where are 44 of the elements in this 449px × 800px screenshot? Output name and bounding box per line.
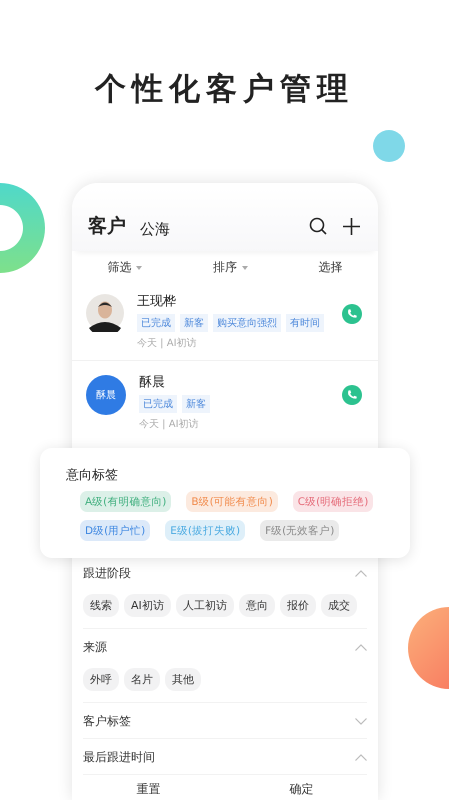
caret-icon	[242, 266, 248, 270]
option-chip[interactable]: 名片	[124, 668, 160, 691]
add-icon[interactable]	[343, 218, 360, 234]
avatar: 酥晨	[86, 375, 126, 415]
customer-name: 酥晨	[139, 374, 166, 391]
section-title: 跟进阶段	[83, 565, 131, 582]
circle-decoration	[373, 130, 405, 162]
customer-meta: 今天 | AI初访	[139, 418, 200, 431]
headline: 个性化客户管理	[94, 70, 355, 109]
section-title: 来源	[83, 639, 107, 656]
toolbar-button[interactable]: 筛选	[101, 259, 148, 276]
chevron-down-icon[interactable]	[355, 718, 367, 725]
section-title: 最后跟进时间	[83, 749, 155, 766]
phone-icon[interactable]	[342, 385, 362, 405]
action-button[interactable]: 确定	[260, 777, 344, 800]
caret-icon	[136, 266, 142, 270]
tab[interactable]: 公海	[140, 220, 170, 238]
tag: 已完成	[139, 395, 177, 413]
option-chip[interactable]: 报价	[280, 594, 316, 617]
card-title: 意向标签	[66, 467, 118, 484]
action-button[interactable]: 重置	[106, 777, 190, 800]
chevron-up-icon[interactable]	[355, 644, 367, 651]
option-chip[interactable]: 意向	[238, 594, 275, 617]
customer-meta: 今天 | AI初访	[137, 336, 198, 350]
option-chip[interactable]: 其他	[165, 668, 201, 691]
customer-name: 王现桦	[137, 293, 177, 310]
tag: 新客	[182, 395, 210, 413]
option-chip[interactable]: 人工初访	[176, 594, 234, 617]
option-chip[interactable]: AI初访	[124, 594, 171, 617]
tag: 购买意向强烈	[213, 314, 281, 332]
tag: 有时间	[286, 314, 324, 332]
option-chip[interactable]: 成交	[320, 594, 357, 617]
option-chip[interactable]: 外呼	[83, 668, 119, 691]
section-title: 客户标签	[83, 713, 131, 730]
toolbar-button[interactable]: 排序	[206, 259, 254, 276]
chevron-up-icon[interactable]	[355, 570, 367, 577]
tag: 已完成	[137, 314, 175, 332]
phone-icon[interactable]	[342, 304, 362, 324]
option-chip[interactable]: 线索	[83, 594, 119, 617]
search-icon[interactable]	[309, 217, 327, 235]
chevron-up-icon[interactable]	[355, 754, 367, 761]
tag: 新客	[180, 314, 208, 332]
toolbar-button[interactable]: 选择	[312, 259, 349, 276]
screen-title: 客户	[88, 214, 126, 239]
